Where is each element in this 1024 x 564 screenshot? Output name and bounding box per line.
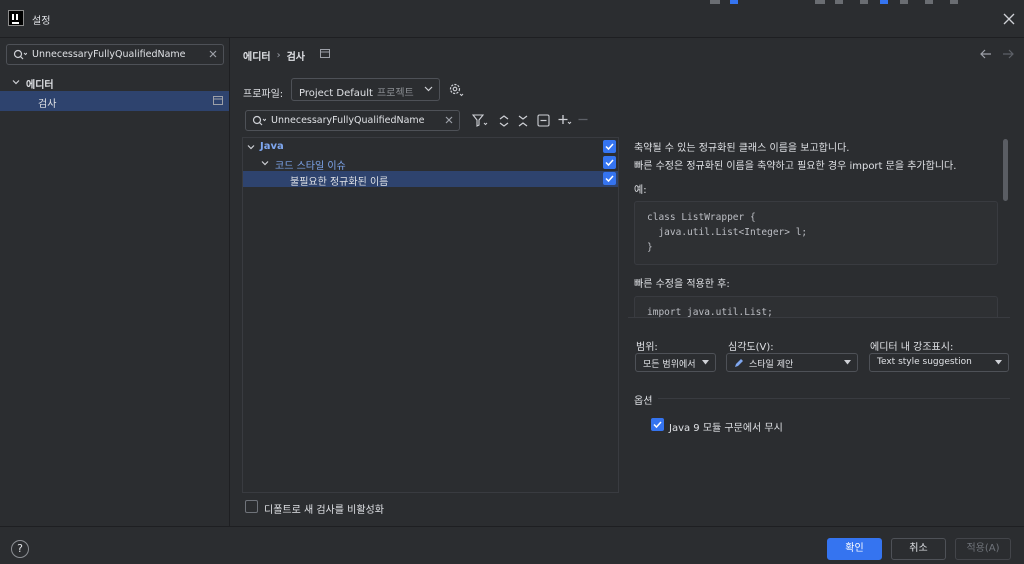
apply-button[interactable]: 적용(A) bbox=[955, 538, 1011, 560]
add-icon[interactable] bbox=[557, 113, 573, 127]
tree-row-java[interactable]: Java bbox=[243, 139, 618, 155]
highlight-dropdown[interactable]: Text style suggestion bbox=[869, 353, 1009, 372]
sidebar-item-label: 에디터 bbox=[26, 80, 54, 91]
settings-search-input[interactable]: UnnecessaryFullyQualifiedName bbox=[6, 44, 224, 65]
expand-all-icon[interactable] bbox=[498, 114, 510, 128]
code-example-before: class ListWrapper { java.util.List<Integ… bbox=[634, 201, 998, 265]
tree-row-code-style[interactable]: 코드 스타일 이슈 bbox=[243, 155, 618, 172]
code-line: java.util.List<Integer> l; bbox=[647, 227, 808, 238]
disable-new-inspections-label[interactable]: 디폴트로 새 검사를 비활성화 bbox=[264, 501, 384, 516]
tree-row-unnecessary-qualified-name[interactable]: 불필요한 정규화된 이름 bbox=[243, 171, 618, 188]
code-line: import java.util.List; bbox=[647, 307, 773, 317]
caret-down-icon bbox=[844, 360, 851, 365]
inspection-search-input[interactable]: UnnecessaryFullyQualifiedName bbox=[245, 110, 460, 131]
example-label: 예: bbox=[634, 185, 647, 196]
profile-dropdown[interactable]: Project Default 프로젝트 bbox=[291, 78, 440, 101]
options-separator bbox=[658, 398, 1010, 399]
severity-label: 심각도(V): bbox=[728, 342, 774, 353]
scope-label: 범위: bbox=[636, 342, 658, 353]
inspection-tree: Java 코드 스타일 이슈 불필요한 정규화된 이름 bbox=[242, 137, 619, 493]
chevron-down-icon[interactable] bbox=[261, 159, 269, 167]
scope-value: 모든 범위에서 bbox=[643, 360, 696, 370]
clear-search-icon[interactable] bbox=[207, 48, 219, 60]
breadcrumb-separator: › bbox=[276, 50, 281, 61]
description-text: 축약될 수 있는 정규화된 클래스 이름을 보고합니다. bbox=[634, 143, 850, 154]
splitter[interactable] bbox=[628, 317, 1010, 318]
tree-row-label: Java bbox=[260, 141, 284, 152]
checkbox-checked[interactable] bbox=[603, 172, 616, 185]
clear-search-icon[interactable] bbox=[443, 114, 455, 126]
inspection-description: 축약될 수 있는 정규화된 클래스 이름을 보고합니다. 빠른 수정은 정규화된… bbox=[628, 137, 1010, 317]
project-level-icon bbox=[213, 96, 223, 105]
sidebar-item-label: 검사 bbox=[38, 99, 57, 110]
code-line: class ListWrapper { bbox=[647, 212, 756, 223]
code-line: } bbox=[647, 242, 653, 253]
help-button[interactable]: ? bbox=[11, 540, 29, 558]
forward-arrow-icon[interactable] bbox=[1002, 49, 1014, 59]
settings-sidebar bbox=[0, 38, 230, 526]
description-scrollbar[interactable] bbox=[1003, 139, 1008, 201]
app-logo-icon bbox=[8, 10, 24, 26]
highlight-value: Text style suggestion bbox=[877, 357, 972, 367]
profile-label: 프로파일: bbox=[243, 89, 284, 100]
window-title: 설정 bbox=[32, 16, 51, 27]
ok-button[interactable]: 확인 bbox=[827, 538, 882, 560]
description-text: 빠른 수정은 정규화된 이름을 축약하고 필요한 경우 import 문을 추가… bbox=[634, 161, 957, 172]
profile-scope: 프로젝트 bbox=[376, 88, 414, 99]
settings-search-text: UnnecessaryFullyQualifiedName bbox=[32, 49, 186, 60]
sidebar-item-inspections[interactable]: 검사 bbox=[0, 91, 229, 111]
chevron-down-icon bbox=[424, 86, 433, 92]
scope-dropdown[interactable]: 모든 범위에서 bbox=[635, 353, 716, 372]
breadcrumb: 에디터 › 검사 bbox=[243, 48, 305, 63]
search-icon bbox=[13, 49, 27, 61]
java9-module-label[interactable]: Java 9 모듈 구문에서 무시 bbox=[669, 419, 783, 434]
close-icon[interactable] bbox=[1000, 10, 1018, 28]
breadcrumb-item[interactable]: 에디터 bbox=[243, 52, 271, 63]
chevron-down-icon[interactable] bbox=[247, 143, 255, 151]
checkbox-checked[interactable] bbox=[603, 140, 616, 153]
reset-icon[interactable] bbox=[537, 114, 550, 127]
code-example-after: import java.util.List; bbox=[634, 296, 998, 317]
project-level-icon bbox=[320, 49, 330, 58]
caret-down-icon bbox=[702, 360, 709, 365]
remove-icon bbox=[577, 113, 589, 127]
severity-dropdown[interactable]: 스타일 제안 bbox=[726, 353, 858, 372]
collapse-all-icon[interactable] bbox=[517, 114, 529, 128]
back-arrow-icon[interactable] bbox=[980, 49, 992, 59]
filter-icon[interactable] bbox=[472, 114, 488, 128]
tree-row-label: 불필요한 정규화된 이름 bbox=[290, 177, 389, 188]
chevron-down-icon[interactable] bbox=[12, 78, 20, 86]
checkbox-checked[interactable] bbox=[603, 156, 616, 169]
profile-value: Project Default bbox=[299, 88, 373, 99]
disable-new-inspections-checkbox[interactable] bbox=[245, 500, 258, 513]
cancel-button[interactable]: 취소 bbox=[891, 538, 946, 560]
java9-module-checkbox[interactable] bbox=[651, 418, 664, 431]
options-title: 옵션 bbox=[634, 396, 653, 407]
after-fix-label: 빠른 수정을 적용한 후: bbox=[634, 279, 730, 290]
caret-down-icon bbox=[995, 360, 1002, 365]
gear-icon[interactable] bbox=[448, 82, 464, 98]
search-icon bbox=[252, 115, 266, 127]
severity-value: 스타일 제안 bbox=[749, 360, 794, 370]
tree-row-label: 코드 스타일 이슈 bbox=[275, 161, 346, 172]
breadcrumb-item: 검사 bbox=[286, 52, 306, 63]
pencil-icon bbox=[734, 358, 744, 368]
inspection-search-text: UnnecessaryFullyQualifiedName bbox=[271, 115, 425, 126]
background-toolbar-remnants bbox=[700, 0, 980, 6]
highlight-label: 에디터 내 강조표시: bbox=[870, 342, 954, 353]
